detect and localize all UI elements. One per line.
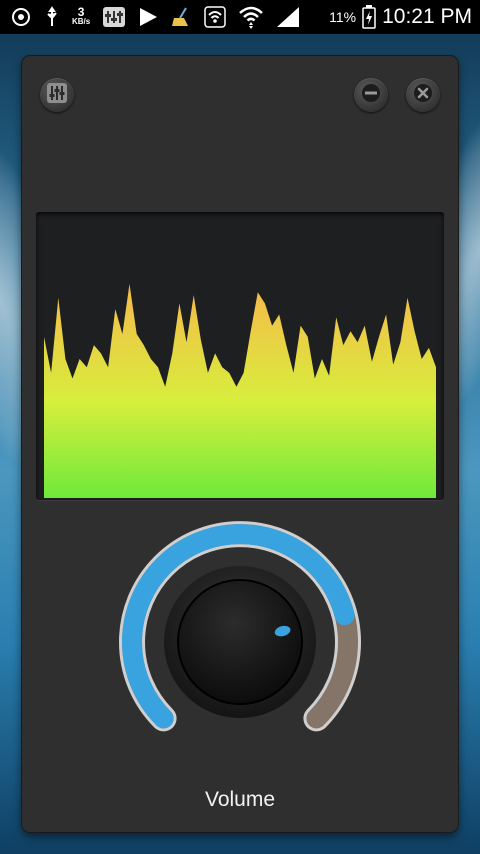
usb-icon — [44, 6, 60, 28]
equalizer-icon — [46, 82, 68, 109]
spectrum-graph — [44, 283, 436, 498]
wifi-transfer-icon — [238, 5, 264, 29]
equalizer-app-icon — [102, 6, 126, 28]
equalizer-button[interactable] — [40, 78, 74, 112]
network-speed-icon: 3 KB/s — [72, 5, 91, 26]
cleaner-broom-icon — [170, 6, 192, 28]
play-icon — [138, 7, 158, 27]
volume-label: Volume — [204, 788, 276, 811]
volume-knob[interactable] — [177, 579, 303, 705]
status-bar: 3 KB/s 11% 10:21 PM — [0, 0, 480, 34]
volume-widget-panel: Volume — [22, 56, 458, 832]
clock-time: 10:21 PM — [382, 5, 472, 28]
minimize-icon — [361, 83, 381, 108]
close-icon — [413, 83, 433, 108]
volume-knob-control[interactable] — [110, 518, 370, 738]
minimize-button[interactable] — [354, 78, 388, 112]
battery-percent: 11% — [329, 9, 357, 25]
close-button[interactable] — [406, 78, 440, 112]
wifi-icon — [204, 6, 226, 28]
network-speed-unit: KB/s — [72, 17, 91, 26]
target-icon — [10, 6, 32, 28]
signal-bars-icon — [276, 6, 300, 28]
spectrum-waveform — [44, 283, 436, 498]
battery-charging-icon — [362, 5, 376, 29]
spectrum-visualizer — [36, 212, 444, 500]
network-speed-value: 3 — [77, 5, 85, 19]
